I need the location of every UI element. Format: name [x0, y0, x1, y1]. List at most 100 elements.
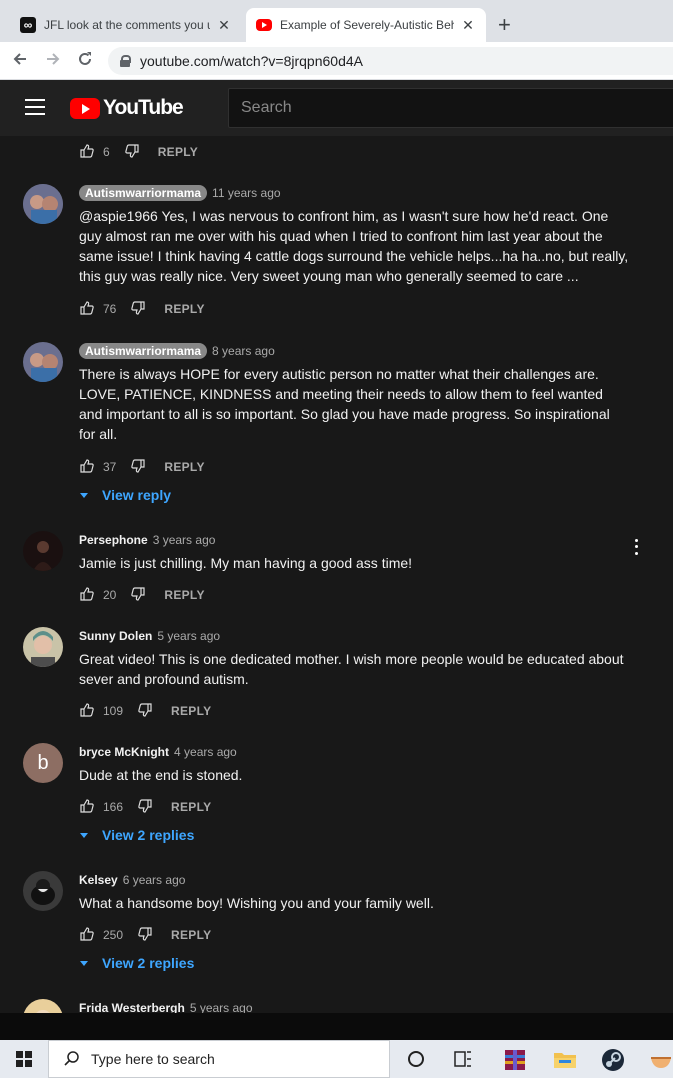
view-replies-button[interactable]: View 2 replies — [79, 953, 194, 973]
comment-text: What a handsome boy! Wishing you and you… — [79, 895, 434, 911]
reply-button[interactable]: REPLY — [164, 302, 204, 316]
cortana-icon[interactable] — [405, 1048, 427, 1070]
avatar[interactable] — [23, 342, 63, 382]
view-replies-button[interactable]: View reply — [79, 485, 171, 505]
comment-time[interactable]: 5 years ago — [190, 1001, 253, 1013]
chevron-down-icon — [80, 492, 88, 498]
comment-header: Kelsey 6 years ago — [79, 871, 629, 889]
like-count: 166 — [103, 800, 124, 814]
comment-author[interactable]: Kelsey — [79, 873, 118, 887]
like-icon[interactable] — [79, 702, 95, 721]
forward-arrow-icon[interactable] — [42, 50, 64, 72]
comment-time[interactable]: 3 years ago — [153, 533, 216, 547]
browser-tab-active[interactable]: Example of Severely-Autistic Beh ✕ — [246, 8, 486, 42]
reply-button[interactable]: REPLY — [158, 145, 198, 159]
comment-body: Autismwarriormama 11 years ago @aspie196… — [79, 184, 629, 286]
start-button[interactable] — [0, 1040, 48, 1078]
youtube-header: YouTube Search — [0, 80, 673, 136]
avatar[interactable]: b — [23, 743, 63, 783]
winrar-icon[interactable] — [503, 1048, 525, 1070]
like-icon[interactable] — [79, 798, 95, 817]
dislike-icon[interactable] — [130, 300, 146, 319]
youtube-search-input[interactable]: Search — [228, 88, 673, 128]
windows-start-icon — [16, 1051, 32, 1067]
comment-time[interactable]: 5 years ago — [157, 629, 220, 643]
search-icon — [64, 1051, 79, 1066]
bowl-app-icon[interactable] — [649, 1048, 671, 1070]
file-explorer-icon[interactable] — [553, 1048, 576, 1070]
like-icon[interactable] — [79, 586, 95, 605]
comment-actions: 37 REPLY — [79, 457, 205, 477]
avatar[interactable] — [23, 531, 63, 571]
comment-author[interactable]: Autismwarriormama — [79, 343, 208, 359]
comment-body: Kelsey 6 years ago What a handsome boy! … — [79, 871, 629, 913]
youtube-logo[interactable]: YouTube — [70, 96, 184, 120]
reply-button[interactable]: REPLY — [171, 800, 211, 814]
address-bar[interactable]: youtube.com/watch?v=8jrqpn60d4A — [108, 47, 673, 75]
like-count: 37 — [103, 460, 117, 474]
reply-button[interactable]: REPLY — [171, 704, 211, 718]
comment-time[interactable]: 4 years ago — [174, 745, 237, 759]
comment-author[interactable]: bryce McKnight — [79, 745, 169, 759]
comment-header: Autismwarriormama 8 years ago — [79, 342, 629, 360]
comment-author[interactable]: Autismwarriormama — [79, 185, 208, 201]
comments-section: 6 REPLY Autismwarriormama 11 years ago @… — [0, 136, 673, 1013]
taskbar-search-box[interactable]: Type here to search — [48, 1040, 390, 1078]
comment-header: Persephone 3 years ago — [79, 531, 629, 549]
avatar[interactable] — [23, 627, 63, 667]
comment-text: Dude at the end is stoned. — [79, 767, 243, 783]
comment-actions: 76 REPLY — [79, 299, 205, 319]
comment-author[interactable]: Sunny Dolen — [79, 629, 152, 643]
reply-button[interactable]: REPLY — [171, 928, 211, 942]
avatar[interactable] — [23, 871, 63, 911]
dislike-icon[interactable] — [137, 926, 153, 945]
comment-time[interactable]: 8 years ago — [212, 344, 275, 358]
dislike-icon[interactable] — [130, 458, 146, 477]
tab-close-icon[interactable]: ✕ — [216, 17, 232, 34]
back-arrow-icon[interactable] — [9, 50, 31, 72]
dislike-icon[interactable] — [130, 586, 146, 605]
comment-author[interactable]: Frida Westerbergh — [79, 1001, 185, 1013]
hamburger-menu-icon[interactable] — [25, 99, 45, 115]
like-icon[interactable] — [79, 143, 95, 162]
browser-tab-strip: ∞ JFL look at the comments you ut ✕ Exam… — [0, 0, 673, 42]
tab-title: Example of Severely-Autistic Beh — [280, 18, 454, 32]
reload-icon[interactable] — [74, 50, 96, 72]
comment-author[interactable]: Persephone — [79, 533, 148, 547]
reply-button[interactable]: REPLY — [164, 588, 204, 602]
new-tab-button[interactable]: + — [498, 14, 511, 36]
infinity-favicon-icon: ∞ — [20, 17, 36, 33]
comment-text: Great video! This is one dedicated mothe… — [79, 651, 624, 687]
reply-button[interactable]: REPLY — [164, 460, 204, 474]
taskbar-search-placeholder: Type here to search — [91, 1051, 215, 1067]
comment-body: Frida Westerbergh 5 years ago — [79, 999, 629, 1013]
avatar[interactable] — [23, 184, 63, 224]
like-count: 250 — [103, 928, 124, 942]
lock-icon — [120, 55, 131, 67]
like-icon[interactable] — [79, 926, 95, 945]
dislike-icon[interactable] — [124, 143, 140, 162]
comment-text: @aspie1966 Yes, I was nervous to confron… — [79, 208, 629, 284]
dislike-icon[interactable] — [137, 798, 153, 817]
comment-header: Sunny Dolen 5 years ago — [79, 627, 629, 645]
browser-tab-inactive[interactable]: ∞ JFL look at the comments you ut ✕ — [10, 8, 242, 42]
url-text: youtube.com/watch?v=8jrqpn60d4A — [140, 53, 363, 69]
task-view-icon[interactable] — [452, 1048, 474, 1070]
tab-title: JFL look at the comments you ut — [44, 18, 210, 32]
comment-time[interactable]: 6 years ago — [123, 873, 186, 887]
comment-body: bryce McKnight 4 years ago Dude at the e… — [79, 743, 629, 785]
comment-body: Persephone 3 years ago Jamie is just chi… — [79, 531, 629, 573]
avatar[interactable] — [23, 999, 63, 1013]
tab-close-icon[interactable]: ✕ — [460, 17, 476, 34]
view-replies-label: View 2 replies — [102, 827, 195, 843]
steam-icon[interactable] — [601, 1048, 624, 1071]
comment-time[interactable]: 11 years ago — [212, 186, 281, 200]
dislike-icon[interactable] — [137, 702, 153, 721]
view-replies-button[interactable]: View 2 replies — [79, 825, 194, 845]
like-count: 6 — [103, 145, 110, 159]
comment-text: There is always HOPE for every autistic … — [79, 366, 610, 442]
like-icon[interactable] — [79, 300, 95, 319]
more-actions-icon[interactable] — [630, 537, 642, 557]
like-icon[interactable] — [79, 458, 95, 477]
view-replies-label: View reply — [102, 487, 172, 503]
